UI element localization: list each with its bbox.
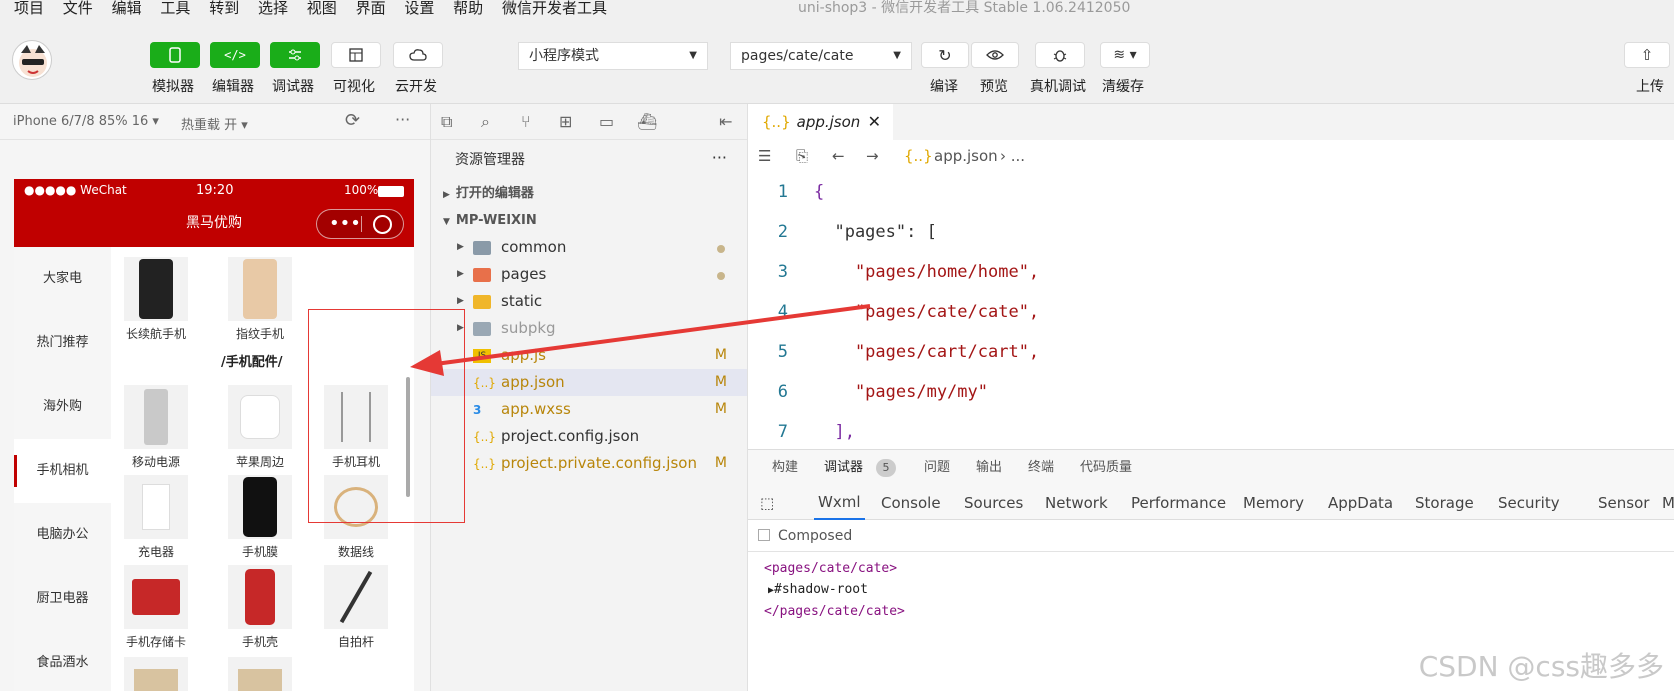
annotation-arrow — [410, 304, 871, 376]
watermark: CSDN @css趣多多 — [1418, 650, 1664, 683]
